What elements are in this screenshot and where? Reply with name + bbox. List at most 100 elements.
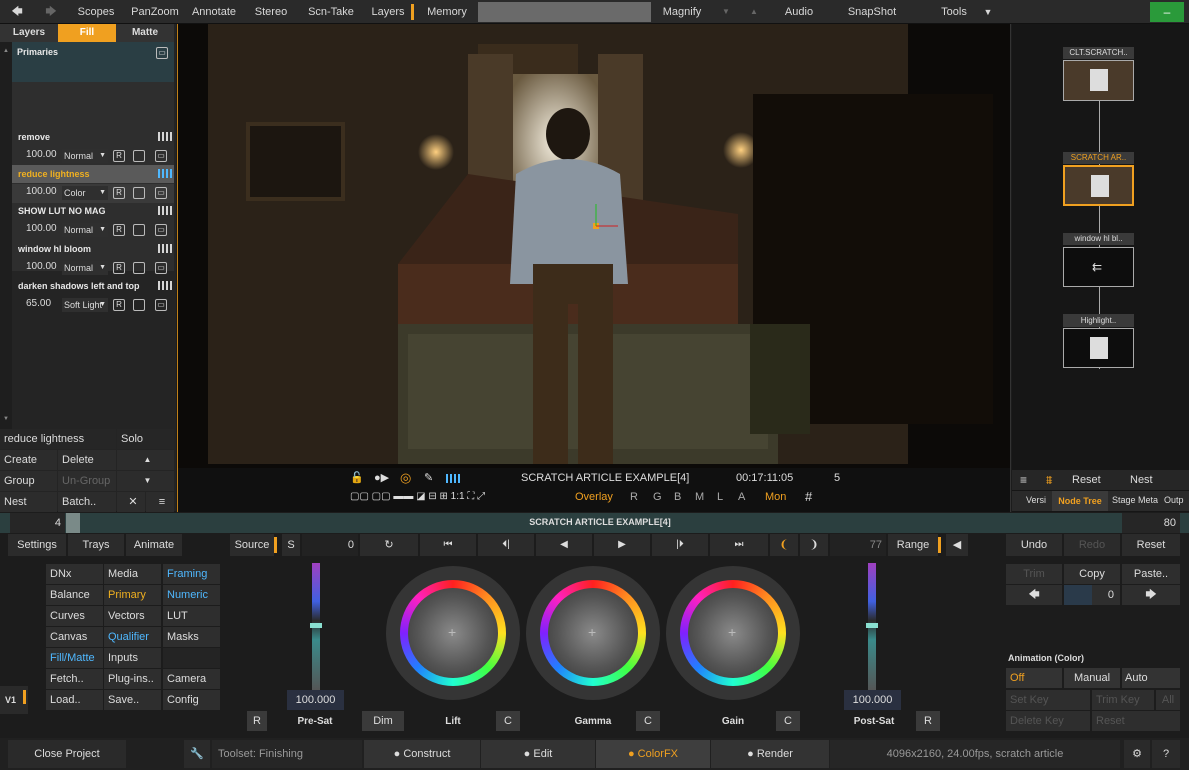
mon-button[interactable]: Mon	[765, 491, 786, 503]
ungroup-button[interactable]: Un-Group	[58, 471, 116, 491]
go-end-icon[interactable]: ⏭	[710, 534, 768, 556]
speaker-icon[interactable]: ◀	[946, 534, 968, 556]
layer-name[interactable]: SHOW LUT NO MAG	[12, 202, 174, 220]
undo-button[interactable]: Undo	[1006, 534, 1062, 556]
source-button[interactable]: Source	[230, 534, 274, 556]
layer-mask-toggle[interactable]	[133, 150, 145, 162]
construct-tab[interactable]: ● Construct	[364, 740, 480, 768]
tool-curves[interactable]: Curves	[46, 606, 103, 626]
postsat-handle[interactable]	[866, 623, 878, 628]
node-highlight[interactable]	[1063, 328, 1134, 368]
gamma-wheel[interactable]: +	[526, 566, 660, 700]
forward-arrow-icon[interactable]: 🡆	[36, 0, 66, 24]
tab-stage[interactable]: Stage	[1112, 495, 1136, 505]
tab-versions[interactable]: Versi	[1026, 495, 1046, 505]
memory-bar[interactable]	[478, 2, 651, 22]
menu-scn-take[interactable]: Scn-Take	[302, 0, 360, 24]
tab-output[interactable]: Outp	[1164, 495, 1184, 505]
copy-slot[interactable]	[1064, 585, 1092, 605]
minimize-button[interactable]: –	[1150, 2, 1184, 22]
gain-wheel[interactable]: +	[666, 566, 800, 700]
overlay-button[interactable]: Overlay	[575, 491, 613, 503]
lock-icon[interactable]: 🔓	[350, 471, 364, 484]
loop-icon[interactable]: ↻	[360, 534, 418, 556]
delete-button[interactable]: Delete	[58, 450, 116, 470]
grid-icon[interactable]: #	[805, 489, 812, 504]
layer-mask-toggle[interactable]	[133, 224, 145, 236]
layer-opacity[interactable]: 65.00	[26, 298, 51, 309]
trays-button[interactable]: Trays	[68, 534, 124, 556]
all-button[interactable]: All	[1156, 690, 1180, 710]
tab-matte[interactable]: Matte	[116, 24, 174, 42]
layer-name[interactable]: remove	[12, 128, 174, 146]
copy-button[interactable]: Copy	[1064, 564, 1120, 584]
layer-name[interactable]: window hl bloom	[12, 240, 174, 258]
anim-reset-button[interactable]: Reset	[1092, 711, 1180, 731]
layer-levels-icon[interactable]	[158, 132, 174, 141]
anim-auto-button[interactable]: Auto	[1122, 668, 1180, 688]
node-scratch-article[interactable]	[1063, 165, 1134, 206]
channel-r[interactable]: R	[630, 491, 638, 503]
copy-value[interactable]: 0	[1092, 585, 1120, 605]
trim-button[interactable]: Trim	[1006, 564, 1062, 584]
tool-plug-ins[interactable]: Plug-ins..	[104, 669, 161, 689]
gain-c-button[interactable]: C	[776, 711, 800, 731]
globe-icon[interactable]: ◎	[400, 470, 411, 486]
layer-mask-toggle[interactable]	[133, 299, 145, 311]
gamma-c-button[interactable]: C	[636, 711, 660, 731]
menu-panzoom[interactable]: PanZoom	[126, 0, 184, 24]
channel-l[interactable]: L	[717, 491, 723, 503]
magnify-up-icon[interactable]: ▲	[742, 0, 766, 24]
timeline-playhead[interactable]	[66, 513, 80, 533]
set-key-button[interactable]: Set Key	[1006, 690, 1090, 710]
tool-camera[interactable]: Camera	[163, 669, 220, 689]
right-frame-field[interactable]: 77	[830, 534, 886, 556]
tool-qualifier[interactable]: Qualifier	[104, 627, 161, 647]
layer-r-toggle[interactable]: R	[113, 262, 125, 274]
reset-button[interactable]: Reset	[1122, 534, 1180, 556]
node-nest-button[interactable]: Nest	[1130, 474, 1153, 486]
pen-icon[interactable]: ✎	[424, 471, 433, 484]
blend-mode-select[interactable]: Color ▼	[62, 186, 108, 200]
image-viewer[interactable]: 🔓 ●▶ ◎ ✎ SCRATCH ARTICLE EXAMPLE[4] 00:1…	[177, 24, 1011, 512]
layer-monitor-icon[interactable]: ▭	[155, 224, 167, 236]
layer-monitor-icon[interactable]: ▭	[155, 299, 167, 311]
tool-inputs[interactable]: Inputs	[104, 648, 161, 668]
menu-annotate[interactable]: Annotate	[188, 0, 240, 24]
tree-icon[interactable]: ⩩	[1046, 473, 1052, 488]
channel-a[interactable]: A	[738, 491, 745, 503]
s-button[interactable]: S	[282, 534, 300, 556]
dim-button[interactable]: Dim	[362, 711, 404, 731]
tool-canvas[interactable]: Canvas	[46, 627, 103, 647]
go-start-icon[interactable]: ⏮	[420, 534, 476, 556]
tool-primary[interactable]: Primary	[104, 585, 161, 605]
layer-levels-icon[interactable]	[158, 281, 174, 290]
postsat-reset[interactable]: R	[916, 711, 940, 731]
tool-numeric[interactable]: Numeric	[163, 585, 220, 605]
layer-r-toggle[interactable]: R	[113, 187, 125, 199]
layer-r-toggle[interactable]: R	[113, 224, 125, 236]
tab-fill[interactable]: Fill	[58, 24, 116, 42]
edit-tab[interactable]: ● Edit	[481, 740, 595, 768]
blend-mode-select[interactable]: Normal ▼	[62, 149, 108, 163]
node-clt-scratch[interactable]	[1063, 60, 1134, 101]
layers-scrollbar[interactable]: ▲ ▼	[0, 42, 12, 431]
primaries-layer[interactable]: Primaries ▭	[12, 42, 174, 82]
trim-key-button[interactable]: Trim Key	[1092, 690, 1154, 710]
layer-opacity[interactable]: 100.00	[26, 149, 57, 160]
play-reverse-icon[interactable]: ◀	[536, 534, 592, 556]
layer-levels-icon[interactable]	[158, 169, 174, 178]
presat-handle[interactable]	[310, 623, 322, 628]
menu-magnify[interactable]: Magnify	[654, 0, 710, 24]
anim-off-button[interactable]: Off	[1006, 668, 1062, 688]
tool-config[interactable]: Config	[163, 690, 220, 710]
tab-layers[interactable]: Layers	[0, 24, 58, 42]
presat-value[interactable]: 100.000	[287, 690, 344, 710]
tool-fetch[interactable]: Fetch..	[46, 669, 103, 689]
channel-m[interactable]: M	[695, 491, 704, 503]
mark-in-icon[interactable]: ❨	[770, 534, 798, 556]
tool-fill-matte[interactable]: Fill/Matte	[46, 648, 103, 668]
list-icon[interactable]: ≡	[1020, 473, 1027, 487]
tab-meta[interactable]: Meta	[1138, 495, 1158, 505]
gear-icon[interactable]: ⚙	[1124, 740, 1150, 768]
